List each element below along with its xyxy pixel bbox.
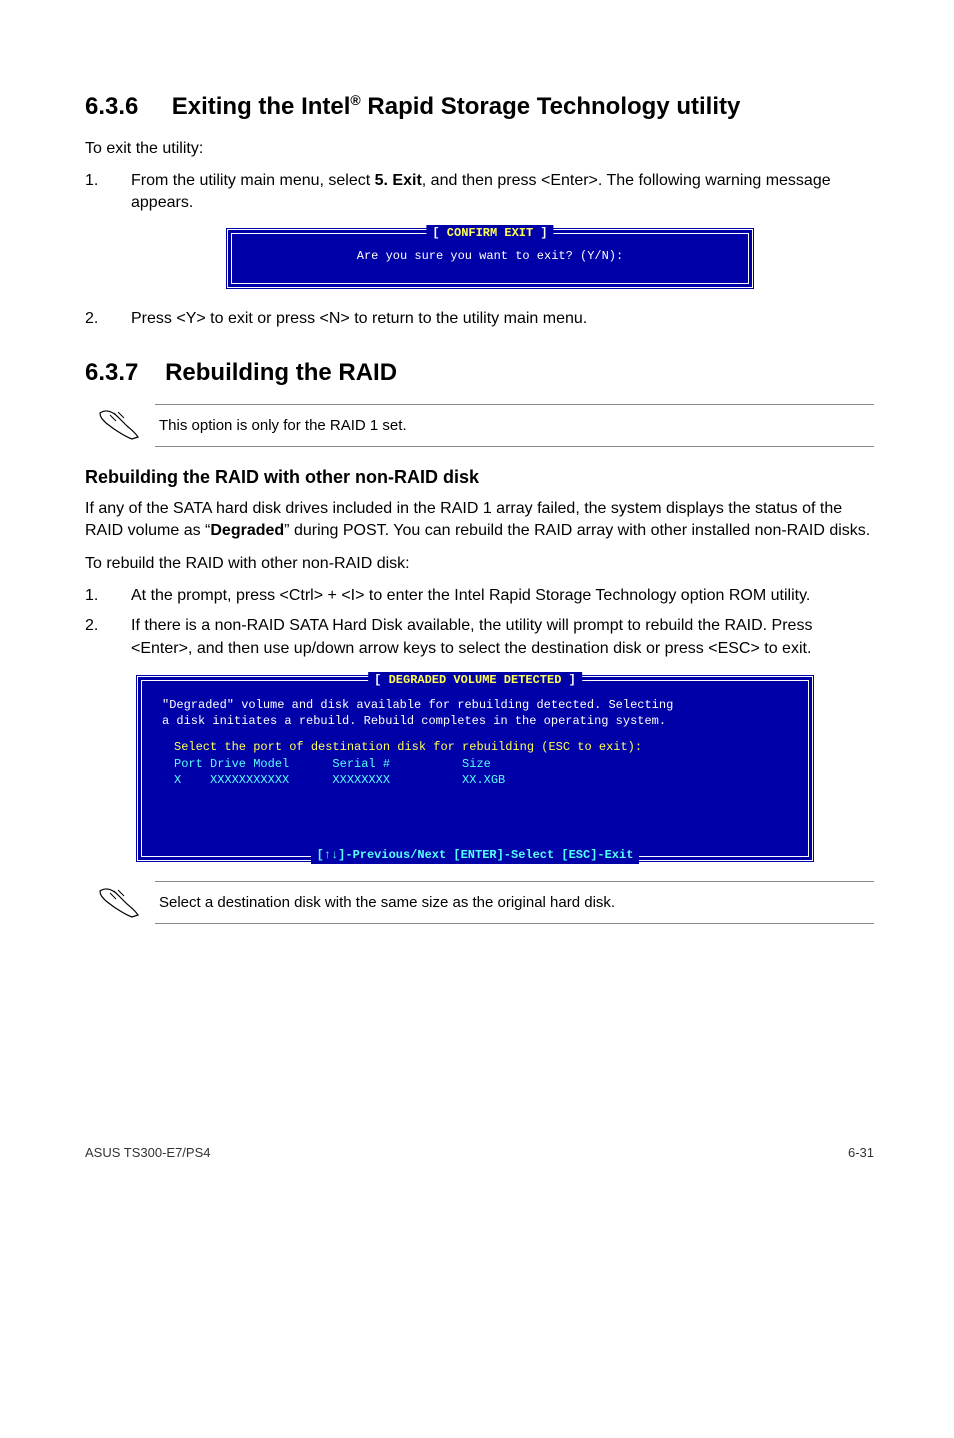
step-text-bold: 5. Exit (375, 172, 422, 189)
para-bold: Degraded (210, 522, 284, 539)
steps-637: 1. At the prompt, press <Ctrl> + <I> to … (85, 585, 874, 660)
badge-text: CONFIRM EXIT (447, 226, 533, 240)
step-text-a: From the utility main menu, select (131, 172, 375, 189)
section-title-a: Exiting the Intel (172, 93, 351, 120)
step-body: At the prompt, press <Ctrl> + <I> to ent… (131, 585, 874, 607)
badge-text: DEGRADED VOLUME DETECTED (389, 673, 562, 687)
step-number: 1. (85, 170, 131, 215)
step-637-2: 2. If there is a non-RAID SATA Hard Disk… (85, 615, 874, 660)
terminal-confirm-exit: [ CONFIRM EXIT ] Are you sure you want t… (225, 227, 755, 290)
step-number: 1. (85, 585, 131, 607)
subheading-rebuild: Rebuilding the RAID with other non-RAID … (85, 465, 874, 490)
step-636-2: 2. Press <Y> to exit or press <N> to ret… (85, 308, 874, 330)
terminal-line: Are you sure you want to exit? (Y/N): (357, 249, 623, 263)
msg-line-1: "Degraded" volume and disk available for… (162, 698, 673, 712)
terminal-inner: [ DEGRADED VOLUME DETECTED ] "Degraded" … (141, 680, 809, 857)
footer-right: 6-31 (848, 1144, 874, 1162)
step-number: 2. (85, 308, 131, 330)
note-block-1: This option is only for the RAID 1 set. (85, 404, 874, 447)
section-number: 6.3.7 (85, 359, 138, 386)
steps-636b: 2. Press <Y> to exit or press <N> to ret… (85, 308, 874, 330)
step-body: Press <Y> to exit or press <N> to return… (131, 308, 874, 330)
select-intro: Select the port of destination disk for … (174, 739, 788, 755)
step-636-1: 1. From the utility main menu, select 5.… (85, 170, 874, 215)
step-number: 2. (85, 615, 131, 660)
terminal-select-block: Select the port of destination disk for … (174, 739, 788, 848)
select-header: Port Drive Model Serial # Size (174, 756, 788, 772)
para-637-1: If any of the SATA hard disk drives incl… (85, 498, 874, 543)
note-block-2: Select a destination disk with the same … (85, 881, 874, 924)
para-637-2: To rebuild the RAID with other non-RAID … (85, 553, 874, 575)
step-body: If there is a non-RAID SATA Hard Disk av… (131, 615, 874, 660)
section-number: 6.3.6 (85, 93, 138, 120)
step-body: From the utility main menu, select 5. Ex… (131, 170, 874, 215)
terminal-inner: [ CONFIRM EXIT ] Are you sure you want t… (231, 233, 749, 284)
terminal-footer: [↑↓]-Previous/Next [ENTER]-Select [ESC]-… (311, 847, 640, 864)
para-b: ” during POST. You can rebuild the RAID … (284, 522, 870, 539)
step-637-1: 1. At the prompt, press <Ctrl> + <I> to … (85, 585, 874, 607)
select-row: X XXXXXXXXXXX XXXXXXXX XX.XGB (174, 772, 788, 788)
msg-line-2: a disk initiates a rebuild. Rebuild comp… (162, 714, 666, 728)
registered-mark: ® (350, 92, 360, 108)
page-footer: ASUS TS300-E7/PS4 6-31 (85, 1144, 874, 1162)
terminal-title-badge: [ DEGRADED VOLUME DETECTED ] (368, 672, 582, 689)
note-text: Select a destination disk with the same … (155, 881, 874, 924)
footer-text: [↑↓]-Previous/Next [ENTER]-Select [ESC]-… (317, 848, 634, 862)
terminal-msg: "Degraded" volume and disk available for… (162, 697, 788, 729)
note-hand-icon (85, 407, 155, 443)
terminal-title-badge: [ CONFIRM EXIT ] (426, 225, 553, 242)
section-title-b: Rapid Storage Technology utility (361, 93, 741, 120)
section-heading-637: 6.3.7 Rebuilding the RAID (85, 356, 874, 390)
section-title: Rebuilding the RAID (165, 359, 397, 386)
terminal-degraded-volume: [ DEGRADED VOLUME DETECTED ] "Degraded" … (135, 674, 815, 863)
intro-636: To exit the utility: (85, 138, 874, 160)
terminal-footer-wrap: [↑↓]-Previous/Next [ENTER]-Select [ESC]-… (142, 847, 808, 864)
note-hand-icon (85, 885, 155, 921)
section-heading-636: 6.3.6 Exiting the Intel® Rapid Storage T… (85, 90, 874, 124)
footer-left: ASUS TS300-E7/PS4 (85, 1144, 211, 1162)
steps-636: 1. From the utility main menu, select 5.… (85, 170, 874, 215)
note-text: This option is only for the RAID 1 set. (155, 404, 874, 447)
